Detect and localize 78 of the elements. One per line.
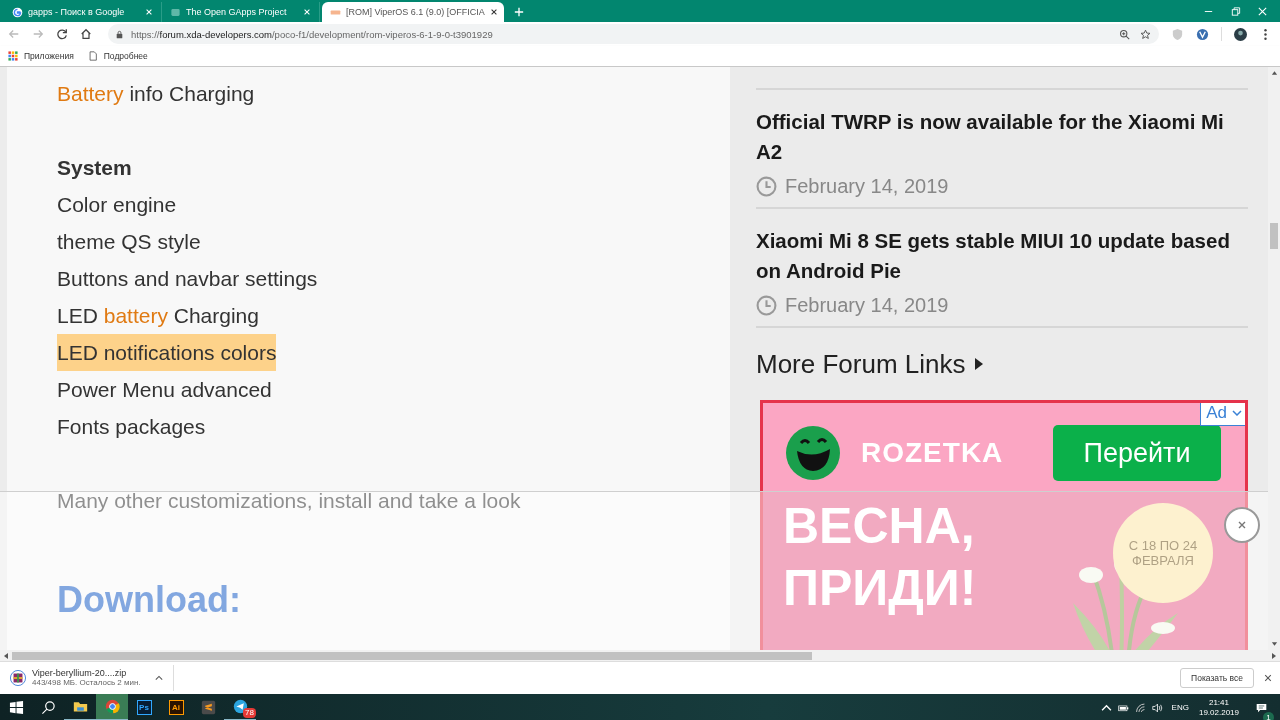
triangle-right-icon [973, 356, 984, 372]
scroll-thumb[interactable] [1270, 223, 1278, 249]
download-filename[interactable]: Viper-beryllium-20....zip [32, 668, 141, 679]
feature-item: LED battery Charging [57, 303, 259, 329]
google-icon [12, 6, 23, 18]
star-icon[interactable] [1140, 28, 1151, 40]
battery-icon[interactable] [1117, 702, 1129, 713]
ad-headline: ВЕСНА, [783, 497, 975, 556]
extension-icon[interactable] [1196, 27, 1209, 41]
wifi-icon[interactable] [1134, 702, 1146, 713]
chevron-down-icon [1232, 410, 1242, 416]
scroll-left-icon[interactable] [3, 651, 9, 660]
feature-item: Many other customizations, install and take a look [57, 488, 521, 514]
windows-start-icon[interactable] [8, 700, 24, 715]
more-links-link[interactable]: More Forum Links [756, 348, 966, 380]
news-date: February 14, 2019 [785, 293, 949, 317]
clock[interactable]: 21:41 19.02.2019 [1198, 697, 1239, 718]
section-heading: System [57, 155, 133, 181]
news-title-link[interactable]: Official TWRP is now available for the Xiaomi Mi A2 [756, 107, 1248, 167]
app-logo: Ps [136, 700, 152, 715]
ad-badge[interactable]: Ad [1200, 403, 1245, 426]
feature-item: theme QS style [57, 229, 201, 255]
reload-icon[interactable] [56, 28, 68, 40]
news-title-link[interactable]: Xiaomi Mi 8 SE gets stable MIUI 10 update based on Android Pie [756, 226, 1248, 286]
new-tab-icon[interactable] [514, 7, 524, 17]
sublime-icon [200, 700, 216, 715]
clock-icon [756, 294, 777, 316]
folder-icon [72, 699, 88, 714]
home-icon[interactable] [80, 28, 92, 40]
bookmark-link[interactable]: Подробнее [103, 51, 148, 61]
page-icon[interactable] [87, 51, 98, 61]
unread-badge: 78 [243, 708, 256, 718]
browser-tab[interactable]: [ROM] ViperOS 6.1 (9.0) [OFFICIA [322, 2, 504, 22]
language-indicator[interactable]: ENG [1171, 703, 1189, 712]
clock-icon [756, 175, 777, 197]
scroll-down-icon[interactable] [1270, 641, 1278, 647]
feature-item: LED notifications colors [57, 334, 277, 371]
show-all-button[interactable]: Показать все [1180, 668, 1254, 688]
apps-grid-icon[interactable] [8, 51, 18, 61]
download-heading: Download: [57, 579, 242, 621]
archive-icon [10, 670, 26, 686]
horizontal-scrollbar[interactable] [0, 650, 1280, 661]
taskbar-app[interactable]: 78 [224, 694, 256, 720]
smiley-logo-icon [785, 425, 841, 481]
news-date: February 14, 2019 [785, 174, 949, 198]
scroll-right-icon[interactable] [1271, 651, 1277, 660]
caret-up-icon[interactable] [1100, 702, 1112, 713]
app-logo: Ai [168, 700, 184, 715]
vertical-scrollbar[interactable] [1268, 67, 1280, 650]
brand-logo-text: ROZETKA [861, 437, 1004, 469]
lock-icon [116, 29, 123, 39]
feature-item: Fonts packages [57, 414, 206, 440]
search-icon[interactable] [40, 700, 56, 715]
scroll-thumb[interactable] [12, 651, 812, 660]
close-icon[interactable] [489, 8, 498, 16]
feature-item: Buttons and navbar settings [57, 266, 318, 292]
ad-banner[interactable]: ROZETKA Перейти ВЕСНА, ПРИДИ! С 18 ПО 24 ФЕВРАЛЯ Ad [760, 400, 1248, 650]
close-icon[interactable] [1264, 674, 1272, 682]
notification-icon[interactable] [1256, 702, 1267, 713]
avatar-icon[interactable] [1234, 27, 1247, 41]
zoom-icon[interactable] [1119, 28, 1130, 40]
download-status: 443/498 МБ. Осталось 2 мин. [32, 678, 141, 688]
taskbar-app[interactable]: Ai [160, 694, 192, 720]
feature-item: Color engine [57, 192, 177, 218]
scroll-up-icon[interactable] [1270, 70, 1278, 76]
gapps-icon [170, 6, 181, 18]
close-icon [1237, 520, 1247, 530]
ad-headline: ПРИДИ! [783, 559, 977, 618]
address-field[interactable]: https://forum.xda-developers.com/poco-f1/development/rom-viperos-6-1-9-0-t3901929 [108, 24, 1159, 44]
taskbar-app[interactable]: Ps [128, 694, 160, 720]
feature-item: Power Menu advanced [57, 377, 272, 403]
feature-item: Battery info Charging [57, 81, 255, 107]
bookmark-link[interactable]: Приложения [24, 51, 74, 61]
notification-count: 1 [1263, 711, 1274, 720]
restore-icon[interactable] [1230, 5, 1241, 17]
date-badge: С 18 ПО 24 ФЕВРАЛЯ [1113, 503, 1213, 603]
speaker-icon[interactable] [1151, 702, 1163, 713]
chrome-icon [104, 699, 120, 714]
